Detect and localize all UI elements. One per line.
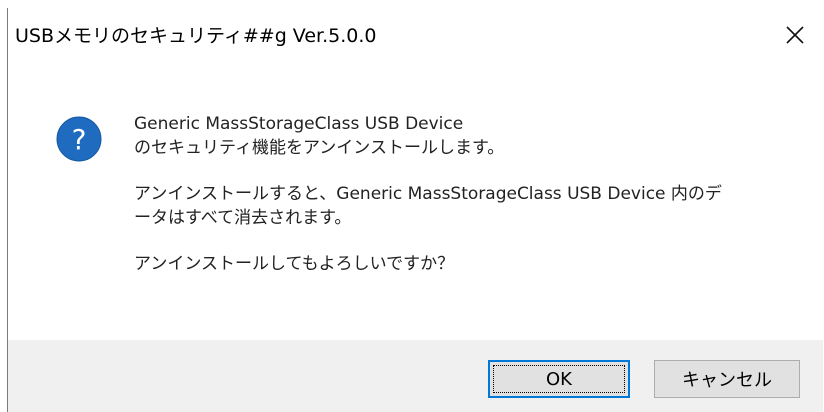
- button-bar: OK キャンセル: [8, 340, 823, 412]
- message-line: アンインストールしてもよろしいですか？: [134, 254, 455, 274]
- title-bar: USBメモリのセキュリティ##g Ver.5.0.0: [8, 8, 823, 62]
- svg-text:?: ?: [72, 123, 87, 156]
- ok-button[interactable]: OK: [488, 360, 630, 398]
- background-window-strip: [0, 0, 824, 8]
- message-line: Generic MassStorageClass USB Device: [134, 114, 464, 134]
- close-icon: [786, 26, 804, 44]
- message-text: Generic MassStorageClass USB Device のセキュ…: [134, 112, 794, 276]
- focus-rectangle: [493, 365, 625, 393]
- close-button[interactable]: [767, 8, 823, 62]
- dialog-content: ? Generic MassStorageClass USB Device のセ…: [8, 62, 823, 340]
- message-line: ータはすべて消去されます。: [134, 208, 352, 228]
- window-title: USBメモリのセキュリティ##g Ver.5.0.0: [15, 25, 377, 47]
- question-icon: ?: [56, 116, 102, 162]
- uninstall-confirm-dialog: USBメモリのセキュリティ##g Ver.5.0.0 ? Generic Mas…: [7, 8, 823, 412]
- message-line: のセキュリティ機能をアンインストールします。: [134, 138, 505, 158]
- message-line: アンインストールすると、Generic MassStorageClass USB…: [134, 184, 722, 204]
- cancel-button-label: キャンセル: [682, 370, 772, 391]
- cancel-button[interactable]: キャンセル: [654, 360, 800, 398]
